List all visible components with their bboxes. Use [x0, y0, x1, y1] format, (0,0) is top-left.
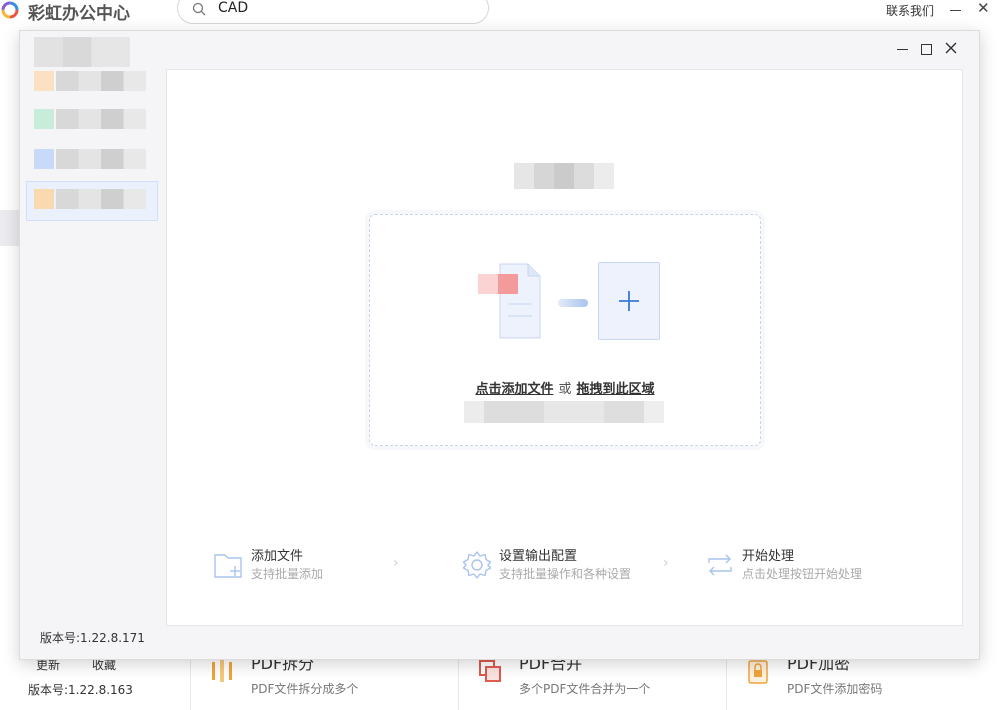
blurred-sidebar-label: [56, 189, 146, 209]
sidebar-item[interactable]: [34, 189, 154, 209]
file-dropzone[interactable]: 点击添加文件或拖拽到此区域: [369, 214, 761, 446]
search-icon: [192, 2, 206, 16]
sidebar-item-icon: [34, 109, 54, 129]
card-desc: PDF文件添加密码: [787, 682, 883, 696]
blurred-sidebar-label: [56, 71, 146, 91]
search-value: CAD: [218, 0, 249, 16]
sidebar-item-icon: [34, 71, 54, 91]
blurred-sidebar-item: [0, 210, 20, 246]
tool-dialog: 版本号:1.22.8.171 点击添加文件或拖拽到此区域 添加文件 支持批量添加…: [19, 30, 980, 660]
step-desc: 点击处理按钮开始处理: [742, 567, 863, 581]
app-topbar: 彩虹办公中心 CAD 联系我们 ✕: [0, 0, 999, 24]
search-input[interactable]: CAD: [177, 0, 489, 24]
sidebar-item-icon: [34, 149, 54, 169]
blurred-sidebar-label: [56, 149, 146, 169]
contact-us-link[interactable]: 联系我们: [886, 2, 934, 19]
dialog-minimize-button[interactable]: [897, 49, 908, 50]
document-icon: [478, 263, 541, 339]
app-version: 版本号:1.22.8.163: [28, 683, 133, 697]
drag-here-link[interactable]: 拖拽到此区域: [577, 382, 655, 397]
rainbow-logo-icon: [1, 1, 19, 19]
step-desc: 支持批量添加: [251, 567, 324, 581]
blurred-sidebar-label: [56, 109, 146, 129]
sidebar-item[interactable]: [34, 149, 154, 169]
sidebar-item[interactable]: [34, 71, 154, 91]
add-file-box[interactable]: [598, 262, 660, 340]
step-title: 添加文件: [251, 549, 304, 564]
step-title: 设置输出配置: [499, 549, 578, 564]
app-minimize-button[interactable]: [950, 10, 961, 11]
card-desc: PDF文件拆分成多个: [251, 682, 359, 696]
folder-add-icon: [214, 554, 242, 578]
sidebar-item[interactable]: [34, 109, 154, 129]
blurred-sidebar-header: [34, 37, 130, 67]
dialog-version: 版本号:1.22.8.171: [40, 631, 145, 645]
gear-icon: [462, 551, 492, 579]
chevron-right-icon: ›: [393, 555, 399, 571]
step-desc: 支持批量操作和各种设置: [499, 567, 632, 581]
dialog-maximize-button[interactable]: [921, 44, 932, 55]
step-title: 开始处理: [742, 549, 795, 564]
dialog-content: 点击添加文件或拖拽到此区域 添加文件 支持批量添加 › 设置输出配置 支持批量操…: [166, 69, 963, 626]
merge-icon: [479, 660, 501, 682]
app-close-button[interactable]: ✕: [977, 1, 990, 16]
dialog-close-button[interactable]: [944, 41, 958, 55]
split-icon: [212, 660, 232, 682]
blurred-format-hint: [464, 401, 664, 423]
or-text: 或: [558, 382, 572, 397]
card-desc: 多个PDF文件合并为一个: [519, 682, 651, 696]
app-title: 彩虹办公中心: [28, 4, 130, 24]
dropzone-instructions: 点击添加文件或拖拽到此区域: [370, 378, 760, 397]
click-add-file-link[interactable]: 点击添加文件: [475, 382, 553, 397]
sidebar-item-icon: [34, 189, 54, 209]
arrow-icon: [558, 299, 588, 307]
plus-icon: [619, 291, 639, 311]
blurred-tool-heading: [514, 163, 614, 189]
chevron-right-icon: ›: [663, 555, 669, 571]
dialog-sidebar: 版本号:1.22.8.171: [20, 31, 166, 659]
lock-icon: [748, 660, 768, 684]
workflow-steps: 添加文件 支持批量添加 › 设置输出配置 支持批量操作和各种设置 › 开始处理 …: [167, 545, 962, 605]
repeat-icon: [708, 554, 732, 576]
